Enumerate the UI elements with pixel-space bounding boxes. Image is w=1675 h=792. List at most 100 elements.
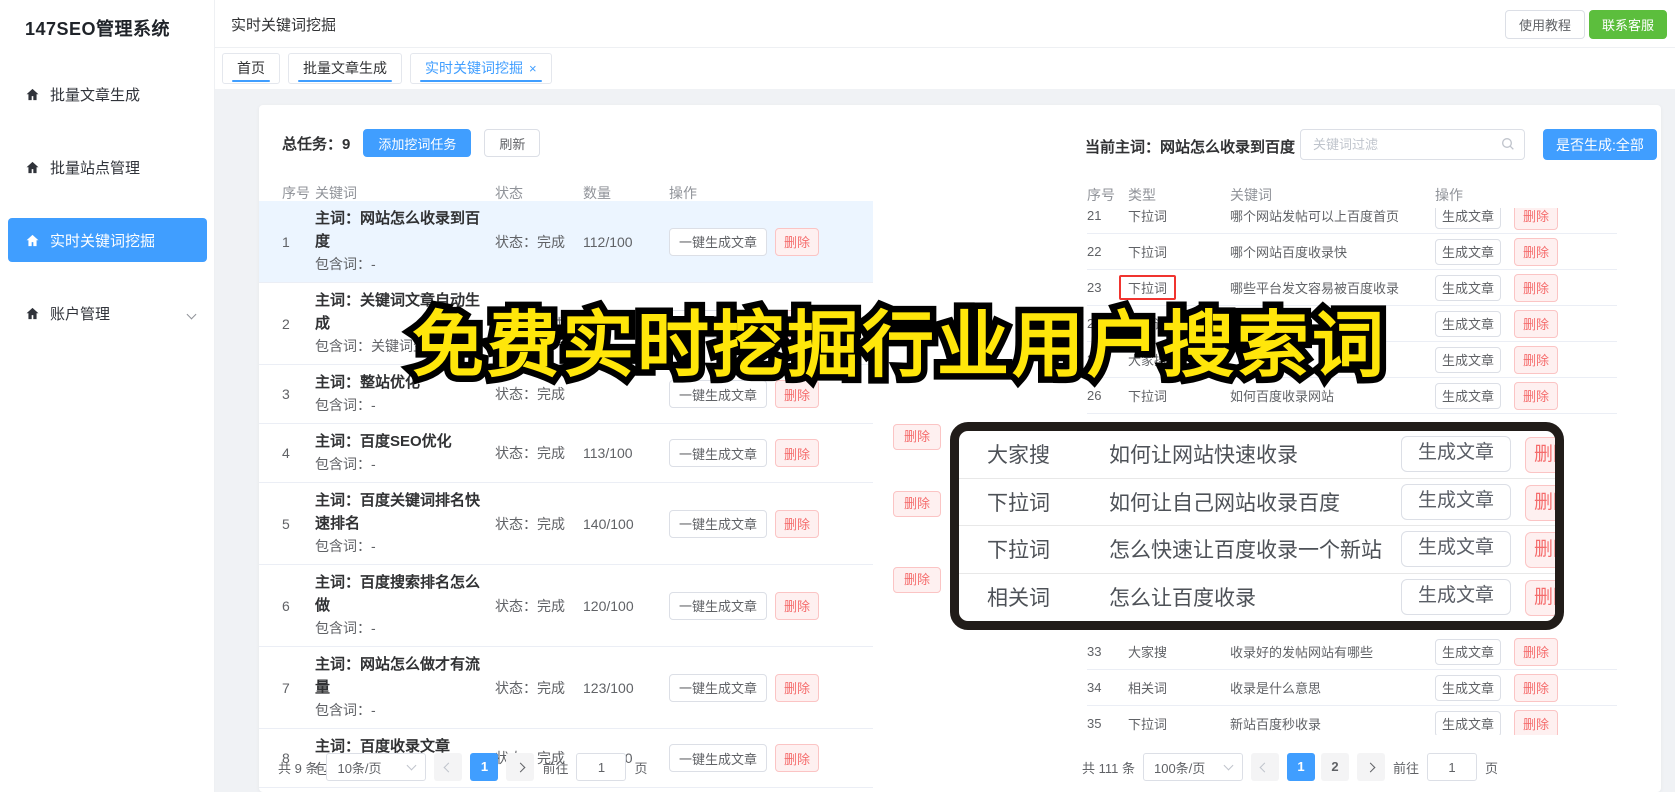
page-number-button[interactable]: 1 <box>1286 753 1315 781</box>
generate-article-button[interactable]: 一键生成文章 <box>669 439 768 467</box>
sidebar-menu: 批量文章生成 批量站点管理 实时关键词挖掘 账户管理 <box>0 72 215 364</box>
delete-button[interactable]: 删除 <box>775 744 820 772</box>
generate-article-button[interactable]: 一键生成文章 <box>669 227 768 256</box>
top-header: 实时关键词挖掘 使用教程 联系客服 <box>215 0 1675 48</box>
keyword-type: 相关词 <box>987 587 1050 611</box>
generate-article-button[interactable]: 生成文章 <box>1435 274 1502 301</box>
home-icon <box>25 87 40 102</box>
total-tasks-label: 总任务：9 <box>282 135 351 153</box>
generate-article-button: 生成文章 <box>1400 531 1511 568</box>
column-keyword: 关键词 <box>315 185 357 201</box>
prev-page-button[interactable] <box>1250 753 1279 781</box>
table-row: 34 相关词 收录是什么意思 生成文章 删除 <box>1087 670 1617 706</box>
tasks-table-header: 序号 关键词 状态 数量 操作 <box>282 183 852 203</box>
row-index: 35 <box>1087 716 1102 731</box>
delete-button[interactable]: 删除 <box>775 227 820 256</box>
delete-button[interactable]: 删除 <box>1514 208 1559 230</box>
generate-article-button[interactable]: 生成文章 <box>1435 710 1502 735</box>
sidebar-item[interactable]: 实时关键词挖掘 <box>8 218 207 262</box>
generate-article-button[interactable]: 生成文章 <box>1435 208 1502 229</box>
page-size-select[interactable]: 10条/页 <box>326 753 427 781</box>
delete-button[interactable]: 删除 <box>1514 309 1559 338</box>
page-list: 12 <box>1286 753 1349 781</box>
contact-support-button[interactable]: 联系客服 <box>1588 10 1667 39</box>
table-row[interactable]: 5 主词：百度关键词排名快速排名 包含词：- 状态：完成 140/100 一键生… <box>259 483 873 565</box>
generate-article-button[interactable]: 一键生成文章 <box>669 509 768 538</box>
delete-button[interactable]: 删除 <box>1514 709 1559 735</box>
page-number-button[interactable]: 1 <box>470 753 499 781</box>
sidebar-item[interactable]: 批量站点管理 <box>8 145 207 189</box>
row-index: 3 <box>282 386 290 402</box>
task-main-keyword: 主词：百度关键词排名快速排名 <box>315 492 481 532</box>
generate-article-button[interactable]: 一键生成文章 <box>669 744 768 772</box>
nav-tab[interactable]: 实时关键词挖掘 × <box>410 53 552 84</box>
task-status: 状态：完成 <box>495 679 565 696</box>
generate-article-button[interactable]: 生成文章 <box>1435 238 1502 265</box>
keyword-filter-input[interactable] <box>1300 129 1525 160</box>
task-status: 状态：完成 <box>495 597 565 614</box>
generate-article-button[interactable]: 生成文章 <box>1435 674 1502 701</box>
goto-page-input[interactable] <box>1427 753 1477 781</box>
column-keyword: 关键词 <box>1230 187 1272 203</box>
add-task-button[interactable]: 添加挖词任务 <box>363 129 472 157</box>
close-tab-icon[interactable]: × <box>529 61 537 76</box>
delete-button[interactable]: 删除 <box>775 439 820 467</box>
row-index: 1 <box>282 233 290 250</box>
page-size-select[interactable]: 100条/页 <box>1142 753 1243 781</box>
task-main-keyword: 主词：网站怎么做才有流量 <box>315 656 481 696</box>
task-status: 状态：完成 <box>495 515 565 532</box>
task-count: 123/100 <box>583 679 634 696</box>
task-include-words: 包含词：- <box>315 538 376 554</box>
delete-button[interactable]: 删除 <box>775 673 820 702</box>
generate-article-button[interactable]: 生成文章 <box>1435 310 1502 337</box>
next-page-button[interactable] <box>506 753 535 781</box>
delete-button[interactable]: 删除 <box>1514 673 1559 702</box>
page-number-button[interactable]: 2 <box>1320 753 1349 781</box>
column-actions: 操作 <box>669 185 697 201</box>
task-include-words: 包含词：- <box>315 397 376 413</box>
keyword-type: 下拉词 <box>987 491 1050 515</box>
table-row: 35 下拉词 新站百度秒收录 生成文章 删除 <box>1087 706 1617 735</box>
magnified-row: 相关词 怎么让百度收录 生成文章 删除 <box>959 574 1555 622</box>
generate-article-button[interactable]: 一键生成文章 <box>669 673 768 702</box>
sidebar: 147SEO管理系统 批量文章生成 批量站点管理 实时关键词挖掘 账户管理 <box>0 0 215 792</box>
sidebar-item[interactable]: 批量文章生成 <box>8 72 207 116</box>
delete-button: 删除 <box>1525 579 1555 616</box>
delete-button[interactable]: 删除 <box>775 591 820 620</box>
table-row[interactable]: 6 主词：百度搜索排名怎么做 包含词：- 状态：完成 120/100 一键生成文… <box>259 565 873 647</box>
column-actions: 操作 <box>1435 187 1463 203</box>
generate-article-button[interactable]: 一键生成文章 <box>669 591 768 620</box>
row-index: 21 <box>1087 208 1102 223</box>
prev-page-button[interactable] <box>434 753 463 781</box>
generate-article-button[interactable]: 生成文章 <box>1435 382 1502 409</box>
row-index: 4 <box>282 445 290 461</box>
refresh-button[interactable]: 刷新 <box>484 129 541 157</box>
nav-tab[interactable]: 批量文章生成 <box>288 53 402 84</box>
generate-article-button[interactable]: 生成文章 <box>1435 346 1502 373</box>
delete-button[interactable]: 删除 <box>775 509 820 538</box>
task-main-keyword: 主词：网站怎么收录到百度 <box>315 210 481 250</box>
table-row[interactable]: 4 主词：百度SEO优化 包含词：- 状态：完成 113/100 一键生成文章 … <box>259 424 873 483</box>
delete-button[interactable]: 删除 <box>1514 637 1559 666</box>
generate-state-filter-button[interactable]: 是否生成:全部 <box>1543 129 1657 160</box>
tutorial-button[interactable]: 使用教程 <box>1504 10 1585 39</box>
table-row[interactable]: 1 主词：网站怎么收录到百度 包含词：- 状态：完成 112/100 一键生成文… <box>259 201 873 283</box>
total-count-label: 共 9 条 <box>278 760 319 776</box>
magnifier-inset: 大家搜 如何让网站快速收录 生成文章 删除 下拉词 如何让自己网站收录百度 生成… <box>950 422 1564 630</box>
row-index: 2 <box>282 315 290 332</box>
next-page-button[interactable] <box>1356 753 1385 781</box>
generate-article-button: 生成文章 <box>1400 483 1511 520</box>
delete-button[interactable]: 删除 <box>1514 237 1559 266</box>
delete-button[interactable]: 删除 <box>1514 273 1559 302</box>
nav-tab[interactable]: 首页 <box>222 53 280 84</box>
delete-button[interactable]: 删除 <box>1514 345 1559 374</box>
task-main-keyword: 主词：百度搜索排名怎么做 <box>315 574 481 614</box>
goto-label: 前往 <box>1392 760 1419 776</box>
task-include-words: 包含词：- <box>315 620 376 636</box>
delete-button[interactable]: 删除 <box>1514 381 1559 410</box>
goto-page-input[interactable] <box>576 753 627 781</box>
table-row[interactable]: 7 主词：网站怎么做才有流量 包含词：- 状态：完成 123/100 一键生成文… <box>259 647 873 729</box>
generate-article-button[interactable]: 生成文章 <box>1435 638 1502 665</box>
current-main-keyword-label: 当前主词：网站怎么收录到百度 <box>1085 139 1296 156</box>
sidebar-item[interactable]: 账户管理 <box>8 291 207 335</box>
